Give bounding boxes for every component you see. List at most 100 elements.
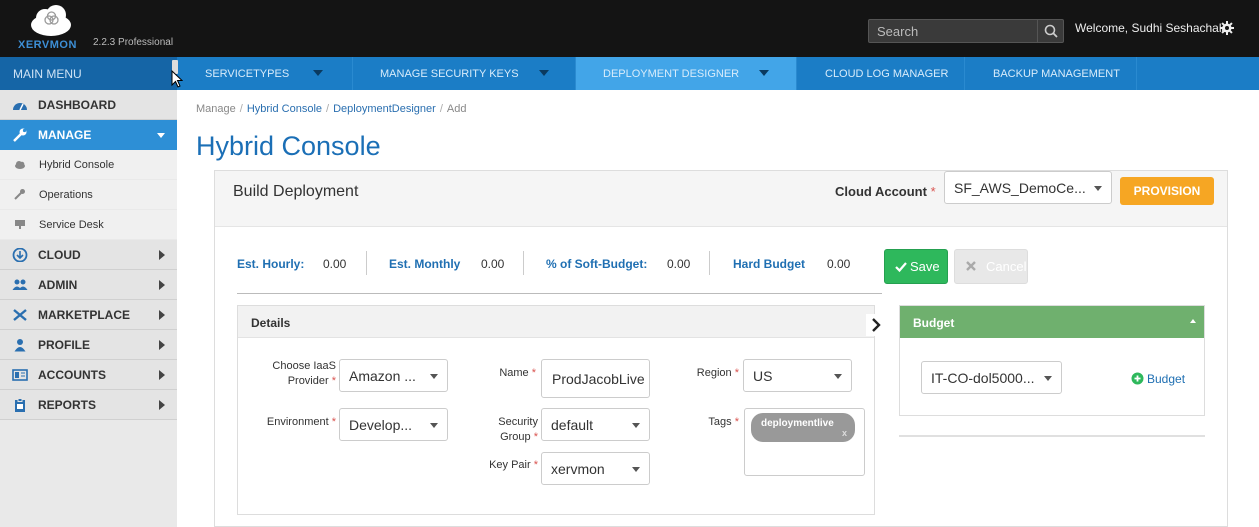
tab-label: DEPLOYMENT DESIGNER <box>603 68 740 80</box>
top-header: XERVMON 2.2.3 Professional Welcome, Sudh… <box>0 0 1259 57</box>
users-icon <box>12 279 28 290</box>
user-icon <box>14 339 26 352</box>
region-select[interactable]: US <box>743 359 852 392</box>
sidebar-item-label: ADMIN <box>38 278 78 292</box>
tab-label: MANAGE SECURITY KEYS <box>380 68 519 80</box>
top-navigation: MAIN MENU SERVICETYPES MANAGE SECURITY K… <box>0 57 1259 90</box>
tab-label: BACKUP MANAGEMENT <box>993 68 1120 80</box>
breadcrumb-hybrid-console[interactable]: Hybrid Console <box>247 103 322 115</box>
dropdown-arrow-icon <box>1094 186 1102 191</box>
sidebar-item-label: MANAGE <box>38 128 92 142</box>
sidebar-subitem-label: Operations <box>39 189 93 201</box>
tab-label: SERVICETYPES <box>205 68 290 80</box>
tools-icon <box>13 309 27 321</box>
tab-deployment-designer[interactable]: DEPLOYMENT DESIGNER <box>576 57 797 90</box>
name-input[interactable]: ProdJacobLive <box>541 359 650 398</box>
cloud-account-label: Cloud Account * <box>835 184 936 199</box>
sidebar: DASHBOARD MANAGE Hybrid Console Operatio… <box>0 90 177 527</box>
tab-servicetypes[interactable]: SERVICETYPES <box>177 57 353 90</box>
sidebar-subitem-label: Hybrid Console <box>39 159 115 171</box>
sidebar-item-admin[interactable]: ADMIN <box>0 270 177 300</box>
caret-right-icon <box>159 400 165 410</box>
add-budget-label: Budget <box>1147 372 1186 386</box>
budget-header[interactable]: Budget <box>900 306 1204 338</box>
cloud-account-select[interactable]: SF_AWS_DemoCe... <box>944 171 1112 204</box>
sidebar-subitem-operations[interactable]: Operations <box>0 180 177 209</box>
divider <box>366 251 367 275</box>
soft-budget-label: % of Soft-Budget: <box>546 257 648 271</box>
tab-manage-security-keys[interactable]: MANAGE SECURITY KEYS <box>353 57 576 90</box>
dropdown-arrow-icon <box>1044 376 1052 381</box>
sidebar-item-dashboard[interactable]: DASHBOARD <box>0 90 177 120</box>
name-label: Name * <box>499 367 536 379</box>
dropdown-arrow-icon <box>632 423 640 428</box>
environment-label: Environment * <box>266 416 336 428</box>
region-label: Region * <box>696 367 739 379</box>
sidebar-subitem-hybrid-console[interactable]: Hybrid Console <box>0 150 177 179</box>
sidebar-item-accounts[interactable]: ACCOUNTS <box>0 360 177 390</box>
select-value: US <box>753 368 773 384</box>
details-panel: Details Choose IaaS Provider * Amazon ..… <box>237 305 875 515</box>
collapse-panel-button[interactable] <box>866 314 886 336</box>
sidebar-item-profile[interactable]: PROFILE <box>0 330 177 360</box>
cancel-button[interactable]: Cancel <box>954 249 1028 284</box>
tag-chip: deploymentlive x <box>751 413 855 442</box>
search-box <box>868 19 1064 43</box>
est-hourly-value: 0.00 <box>323 257 347 271</box>
budget-select[interactable]: IT-CO-dol5000... <box>921 361 1062 394</box>
breadcrumb-root: Manage <box>196 103 236 115</box>
xervmon-logo[interactable]: XERVMON <box>14 3 86 53</box>
select-value: SF_AWS_DemoCe... <box>954 180 1086 196</box>
security-group-select[interactable]: default <box>541 408 650 441</box>
sidebar-subitem-service-desk[interactable]: Service Desk <box>0 210 177 239</box>
sidebar-item-reports[interactable]: REPORTS <box>0 390 177 420</box>
caret-right-icon <box>159 370 165 380</box>
select-value: Amazon ... <box>349 368 416 384</box>
caret-down-icon <box>539 70 549 76</box>
page-title: Hybrid Console <box>196 131 381 161</box>
details-header[interactable]: Details <box>238 306 874 338</box>
tags-label: Tags * <box>708 416 739 428</box>
cancel-label: Cancel <box>986 259 1027 274</box>
caret-right-icon <box>159 310 165 320</box>
main-menu-toggle[interactable]: MAIN MENU <box>0 57 177 90</box>
tags-input[interactable]: deploymentlive x <box>744 408 865 476</box>
chevron-right-icon <box>872 318 881 332</box>
search-button[interactable] <box>1037 20 1063 42</box>
tag-remove-icon[interactable]: x <box>842 428 847 438</box>
caret-right-icon <box>159 280 165 290</box>
sidebar-item-cloud[interactable]: CLOUD <box>0 240 177 270</box>
breadcrumb-deployment-designer[interactable]: DeploymentDesigner <box>333 103 436 115</box>
gear-icon[interactable] <box>1220 21 1234 35</box>
wrench-small-icon <box>14 189 25 200</box>
wrench-icon <box>13 128 27 142</box>
save-button[interactable]: Save <box>884 249 948 284</box>
sidebar-item-marketplace[interactable]: MARKETPLACE <box>0 300 177 330</box>
caret-up-icon[interactable] <box>1190 319 1196 323</box>
environment-select[interactable]: Develop... <box>339 408 448 441</box>
dropdown-arrow-icon <box>430 374 438 379</box>
checkmark-icon <box>895 262 907 273</box>
est-monthly-value: 0.00 <box>481 257 505 271</box>
breadcrumb-current: Add <box>446 103 467 115</box>
plus-circle-icon <box>1131 372 1144 385</box>
welcome-user[interactable]: Welcome, Sudhi Seshachala <box>1075 21 1228 35</box>
key-pair-select[interactable]: xervmon <box>541 452 650 485</box>
iaas-provider-select[interactable]: Amazon ... <box>339 359 448 392</box>
caret-down-icon <box>759 70 769 76</box>
sidebar-item-manage[interactable]: MANAGE <box>0 120 177 150</box>
tab-cloud-log-manager[interactable]: CLOUD LOG MANAGER <box>797 57 965 90</box>
brand-name: XERVMON <box>18 39 77 51</box>
security-group-label: Security Group * <box>498 416 538 443</box>
iaas-provider-label: Choose IaaS Provider * <box>272 360 336 387</box>
dropdown-arrow-icon <box>632 467 640 472</box>
est-monthly-label: Est. Monthly <box>389 257 461 271</box>
sidebar-item-label: REPORTS <box>38 398 97 412</box>
provision-button[interactable]: PROVISION <box>1120 177 1214 205</box>
version-label: 2.2.3 Professional <box>93 37 174 48</box>
dropdown-arrow-icon <box>430 423 438 428</box>
caret-right-icon <box>159 250 165 260</box>
sidebar-item-label: MARKETPLACE <box>38 308 130 322</box>
tab-backup-management[interactable]: BACKUP MANAGEMENT <box>965 57 1137 90</box>
search-input[interactable] <box>869 20 1035 42</box>
